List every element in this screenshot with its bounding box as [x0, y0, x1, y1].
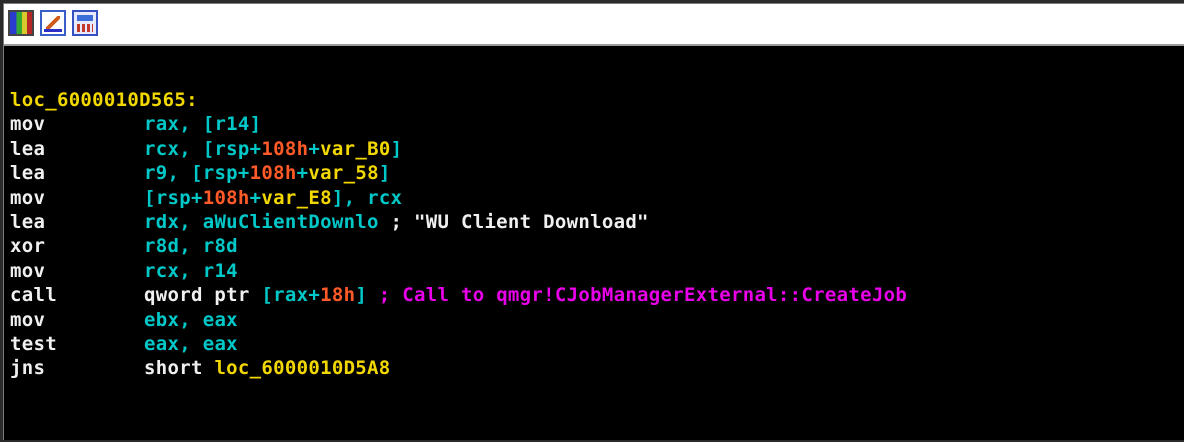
code-line[interactable]: mov ebx, eax [10, 308, 238, 332]
operand-token: rax [144, 113, 180, 136]
operand-token: 108h [261, 137, 309, 160]
code-line[interactable]: mov [rsp+108h+var_E8], rcx [10, 186, 402, 210]
operand-token: , [179, 259, 203, 282]
instruction-mnemonic: mov [10, 308, 46, 331]
operand-token: r8d [202, 235, 238, 258]
operand-token: ] [355, 284, 368, 307]
view-toolbar [4, 4, 1184, 46]
operand-token: ] [249, 113, 262, 136]
operand-token: short [144, 357, 215, 380]
operand-token: + [308, 137, 321, 160]
operand-token: ] [378, 162, 391, 185]
operand-token: 18h [320, 284, 356, 307]
instruction-mnemonic: test [10, 333, 57, 355]
operand-token: eax [202, 308, 238, 331]
code-line[interactable]: call qword ptr [rax+18h] ; Call to qmgr!C… [10, 283, 907, 307]
operand-token: + [296, 162, 309, 185]
code-line[interactable]: lea rdx, aWuClientDownlo ; "WU Client Dow… [10, 210, 649, 234]
code-line[interactable]: lea rcx, [rsp+108h+var_B0] [10, 137, 402, 161]
instruction-mnemonic: lea [10, 137, 46, 160]
proxy-view-icon[interactable] [72, 10, 98, 36]
operand-token: + [249, 186, 262, 209]
operand-token: 108h [249, 162, 297, 185]
instruction-mnemonic: mov [10, 186, 46, 209]
operand-token: rcx [144, 259, 180, 282]
window-frame: loc_6000010D565: mov rax, [r14] lea rcx, [r… [0, 0, 1184, 442]
code-line[interactable]: test eax, eax [10, 332, 238, 356]
operand-token[interactable]: var_B0 [320, 138, 390, 160]
code-label[interactable]: loc_6000010D565: [10, 88, 198, 112]
operand-token: eax [144, 333, 180, 355]
operand-token[interactable]: var_E8 [261, 187, 331, 209]
code-line[interactable]: xor r8d, r8d [10, 234, 238, 258]
operand-token: [rax+ [261, 284, 321, 307]
operand-token: r14 [202, 259, 238, 282]
operand-token: , [rsp+ [179, 137, 262, 160]
code-line[interactable]: jns short loc_6000010D5A8 [10, 356, 391, 380]
operand-token: r8d [144, 235, 180, 258]
instruction-mnemonic: mov [10, 113, 46, 136]
instruction-mnemonic: xor [10, 235, 46, 258]
instruction-mnemonic: mov [10, 259, 46, 282]
operand-token: aWuClientDownlo [202, 211, 379, 233]
operand-token: 108h [202, 186, 250, 209]
operand-token: ; Call to qmgr!CJobManagerExternal::Crea… [367, 284, 908, 307]
code-line[interactable]: mov rcx, r14 [10, 259, 238, 283]
disassembly-listing[interactable]: loc_6000010D565: mov rax, [r14] lea rcx, [r… [10, 88, 1184, 436]
operand-token: r9 [144, 162, 168, 185]
operand-token: , [179, 235, 203, 258]
operand-token: rdx [144, 211, 180, 233]
edit-icon[interactable] [40, 10, 66, 36]
code-line[interactable]: mov rax, [r14] [10, 112, 261, 136]
operand-token: eax [202, 333, 238, 355]
operand-token: ebx [144, 308, 180, 331]
operand-token: r14 [214, 113, 250, 136]
operand-token: ; "WU Client Download" [378, 211, 649, 233]
operand-token[interactable]: loc_6000010D5A8 [214, 357, 390, 379]
operand-token: , [179, 211, 203, 233]
operand-token[interactable]: var_58 [308, 162, 378, 184]
instruction-mnemonic: jns [10, 357, 46, 380]
instruction-mnemonic: lea [10, 162, 46, 185]
operand-token: rcx [144, 137, 180, 160]
operand-token: , [rsp+ [167, 162, 250, 185]
instruction-mnemonic: call [10, 284, 57, 307]
operand-token: rcx [367, 186, 403, 209]
operand-token: qword ptr [144, 284, 262, 307]
operand-token: ] [390, 137, 403, 160]
operand-token: , [179, 333, 203, 355]
operand-token: [rsp+ [144, 186, 203, 209]
operand-token: , [179, 308, 203, 331]
operand-token: ], [331, 186, 368, 209]
ida-disassembly-window: loc_6000010D565: mov rax, [r14] lea rcx, [r… [3, 3, 1184, 440]
operand-token: , [ [179, 113, 215, 136]
graph-view-icon[interactable] [8, 10, 34, 36]
instruction-mnemonic: lea [10, 211, 46, 233]
code-line[interactable]: lea r9, [rsp+108h+var_58] [10, 161, 391, 185]
